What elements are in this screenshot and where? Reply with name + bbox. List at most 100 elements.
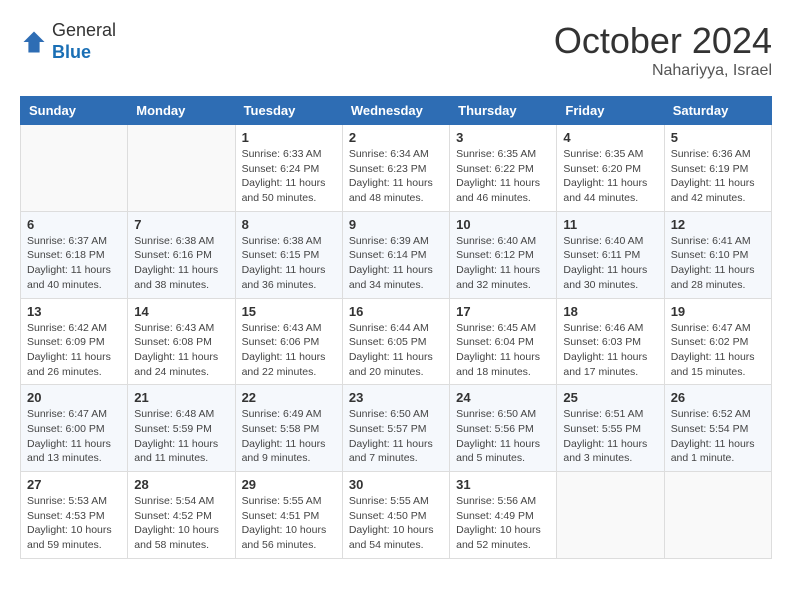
header-day-thursday: Thursday bbox=[450, 97, 557, 125]
day-info: Sunrise: 6:34 AM Sunset: 6:23 PM Dayligh… bbox=[349, 147, 443, 206]
day-cell bbox=[128, 125, 235, 212]
logo-general: General bbox=[52, 20, 116, 42]
day-number: 15 bbox=[242, 304, 336, 319]
week-row-5: 27 Sunrise: 5:53 AM Sunset: 4:53 PM Dayli… bbox=[21, 472, 772, 559]
day-cell: 13 Sunrise: 6:42 AM Sunset: 6:09 PM Dayli… bbox=[21, 298, 128, 385]
day-cell: 17 Sunrise: 6:45 AM Sunset: 6:04 PM Dayli… bbox=[450, 298, 557, 385]
day-cell: 1 Sunrise: 6:33 AM Sunset: 6:24 PM Daylig… bbox=[235, 125, 342, 212]
day-cell: 18Sunrise: 6:46 AM Sunset: 6:03 PM Dayli… bbox=[557, 298, 664, 385]
day-cell: 10 Sunrise: 6:40 AM Sunset: 6:12 PM Dayli… bbox=[450, 211, 557, 298]
day-info: Sunrise: 6:40 AM Sunset: 6:11 PM Dayligh… bbox=[563, 234, 657, 293]
location-title: Nahariyya, Israel bbox=[554, 62, 772, 80]
day-number: 11 bbox=[563, 217, 657, 232]
day-cell: 26 Sunrise: 6:52 AM Sunset: 5:54 PM Dayli… bbox=[664, 385, 771, 472]
day-info: Sunrise: 6:39 AM Sunset: 6:14 PM Dayligh… bbox=[349, 234, 443, 293]
day-number: 4 bbox=[563, 130, 657, 145]
day-cell: 20 Sunrise: 6:47 AM Sunset: 6:00 PM Dayli… bbox=[21, 385, 128, 472]
day-info: Sunrise: 6:52 AM Sunset: 5:54 PM Dayligh… bbox=[671, 407, 765, 466]
day-cell: 2 Sunrise: 6:34 AM Sunset: 6:23 PM Daylig… bbox=[342, 125, 449, 212]
day-info: Sunrise: 6:50 AM Sunset: 5:56 PM Dayligh… bbox=[456, 407, 550, 466]
logo: General Blue bbox=[20, 20, 116, 63]
day-cell: 8Sunrise: 6:38 AM Sunset: 6:15 PM Daylig… bbox=[235, 211, 342, 298]
day-number: 27 bbox=[27, 477, 121, 492]
day-info: Sunrise: 5:56 AM Sunset: 4:49 PM Dayligh… bbox=[456, 494, 550, 553]
calendar-table: SundayMondayTuesdayWednesdayThursdayFrid… bbox=[20, 96, 772, 559]
day-number: 22 bbox=[242, 390, 336, 405]
day-number: 20 bbox=[27, 390, 121, 405]
week-row-1: 1 Sunrise: 6:33 AM Sunset: 6:24 PM Daylig… bbox=[21, 125, 772, 212]
day-number: 8 bbox=[242, 217, 336, 232]
day-info: Sunrise: 6:35 AM Sunset: 6:20 PM Dayligh… bbox=[563, 147, 657, 206]
day-number: 28 bbox=[134, 477, 228, 492]
day-number: 30 bbox=[349, 477, 443, 492]
day-cell: 15Sunrise: 6:43 AM Sunset: 6:06 PM Dayli… bbox=[235, 298, 342, 385]
day-cell bbox=[21, 125, 128, 212]
day-info: Sunrise: 6:36 AM Sunset: 6:19 PM Dayligh… bbox=[671, 147, 765, 206]
day-cell bbox=[664, 472, 771, 559]
day-number: 7 bbox=[134, 217, 228, 232]
day-cell: 23Sunrise: 6:50 AM Sunset: 5:57 PM Dayli… bbox=[342, 385, 449, 472]
month-title: October 2024 bbox=[554, 20, 772, 62]
day-number: 19 bbox=[671, 304, 765, 319]
day-number: 14 bbox=[134, 304, 228, 319]
day-info: Sunrise: 6:40 AM Sunset: 6:12 PM Dayligh… bbox=[456, 234, 550, 293]
day-cell: 28Sunrise: 5:54 AM Sunset: 4:52 PM Dayli… bbox=[128, 472, 235, 559]
week-row-2: 6 Sunrise: 6:37 AM Sunset: 6:18 PM Daylig… bbox=[21, 211, 772, 298]
day-cell: 7 Sunrise: 6:38 AM Sunset: 6:16 PM Daylig… bbox=[128, 211, 235, 298]
day-info: Sunrise: 6:49 AM Sunset: 5:58 PM Dayligh… bbox=[242, 407, 336, 466]
day-number: 10 bbox=[456, 217, 550, 232]
day-number: 18 bbox=[563, 304, 657, 319]
header-day-wednesday: Wednesday bbox=[342, 97, 449, 125]
day-info: Sunrise: 5:53 AM Sunset: 4:53 PM Dayligh… bbox=[27, 494, 121, 553]
day-info: Sunrise: 6:42 AM Sunset: 6:09 PM Dayligh… bbox=[27, 321, 121, 380]
header-day-friday: Friday bbox=[557, 97, 664, 125]
day-number: 5 bbox=[671, 130, 765, 145]
day-cell bbox=[557, 472, 664, 559]
day-info: Sunrise: 6:45 AM Sunset: 6:04 PM Dayligh… bbox=[456, 321, 550, 380]
day-number: 3 bbox=[456, 130, 550, 145]
day-number: 25 bbox=[563, 390, 657, 405]
day-cell: 21 Sunrise: 6:48 AM Sunset: 5:59 PM Dayli… bbox=[128, 385, 235, 472]
day-number: 17 bbox=[456, 304, 550, 319]
day-cell: 14 Sunrise: 6:43 AM Sunset: 6:08 PM Dayli… bbox=[128, 298, 235, 385]
day-info: Sunrise: 6:38 AM Sunset: 6:16 PM Dayligh… bbox=[134, 234, 228, 293]
day-info: Sunrise: 6:43 AM Sunset: 6:08 PM Dayligh… bbox=[134, 321, 228, 380]
day-number: 6 bbox=[27, 217, 121, 232]
title-block: October 2024 Nahariyya, Israel bbox=[554, 20, 772, 80]
header-day-sunday: Sunday bbox=[21, 97, 128, 125]
day-number: 2 bbox=[349, 130, 443, 145]
day-number: 26 bbox=[671, 390, 765, 405]
logo-icon bbox=[20, 28, 48, 56]
page-header: General Blue October 2024 Nahariyya, Isr… bbox=[20, 20, 772, 80]
day-cell: 16 Sunrise: 6:44 AM Sunset: 6:05 PM Dayli… bbox=[342, 298, 449, 385]
day-cell: 25Sunrise: 6:51 AM Sunset: 5:55 PM Dayli… bbox=[557, 385, 664, 472]
week-row-4: 20 Sunrise: 6:47 AM Sunset: 6:00 PM Dayli… bbox=[21, 385, 772, 472]
day-cell: 12Sunrise: 6:41 AM Sunset: 6:10 PM Dayli… bbox=[664, 211, 771, 298]
day-number: 23 bbox=[349, 390, 443, 405]
day-info: Sunrise: 6:37 AM Sunset: 6:18 PM Dayligh… bbox=[27, 234, 121, 293]
day-number: 13 bbox=[27, 304, 121, 319]
day-info: Sunrise: 6:48 AM Sunset: 5:59 PM Dayligh… bbox=[134, 407, 228, 466]
header-row: SundayMondayTuesdayWednesdayThursdayFrid… bbox=[21, 97, 772, 125]
day-number: 9 bbox=[349, 217, 443, 232]
day-info: Sunrise: 6:44 AM Sunset: 6:05 PM Dayligh… bbox=[349, 321, 443, 380]
day-number: 12 bbox=[671, 217, 765, 232]
day-number: 21 bbox=[134, 390, 228, 405]
day-cell: 31Sunrise: 5:56 AM Sunset: 4:49 PM Dayli… bbox=[450, 472, 557, 559]
week-row-3: 13 Sunrise: 6:42 AM Sunset: 6:09 PM Dayli… bbox=[21, 298, 772, 385]
logo-blue: Blue bbox=[52, 42, 116, 64]
day-cell: 24 Sunrise: 6:50 AM Sunset: 5:56 PM Dayli… bbox=[450, 385, 557, 472]
day-cell: 4 Sunrise: 6:35 AM Sunset: 6:20 PM Daylig… bbox=[557, 125, 664, 212]
day-cell: 5 Sunrise: 6:36 AM Sunset: 6:19 PM Daylig… bbox=[664, 125, 771, 212]
day-number: 16 bbox=[349, 304, 443, 319]
header-day-saturday: Saturday bbox=[664, 97, 771, 125]
day-info: Sunrise: 6:47 AM Sunset: 6:00 PM Dayligh… bbox=[27, 407, 121, 466]
day-number: 1 bbox=[242, 130, 336, 145]
header-day-monday: Monday bbox=[128, 97, 235, 125]
day-cell: 9 Sunrise: 6:39 AM Sunset: 6:14 PM Daylig… bbox=[342, 211, 449, 298]
day-number: 24 bbox=[456, 390, 550, 405]
day-info: Sunrise: 6:33 AM Sunset: 6:24 PM Dayligh… bbox=[242, 147, 336, 206]
day-cell: 22 Sunrise: 6:49 AM Sunset: 5:58 PM Dayli… bbox=[235, 385, 342, 472]
day-cell: 6 Sunrise: 6:37 AM Sunset: 6:18 PM Daylig… bbox=[21, 211, 128, 298]
day-info: Sunrise: 5:55 AM Sunset: 4:50 PM Dayligh… bbox=[349, 494, 443, 553]
